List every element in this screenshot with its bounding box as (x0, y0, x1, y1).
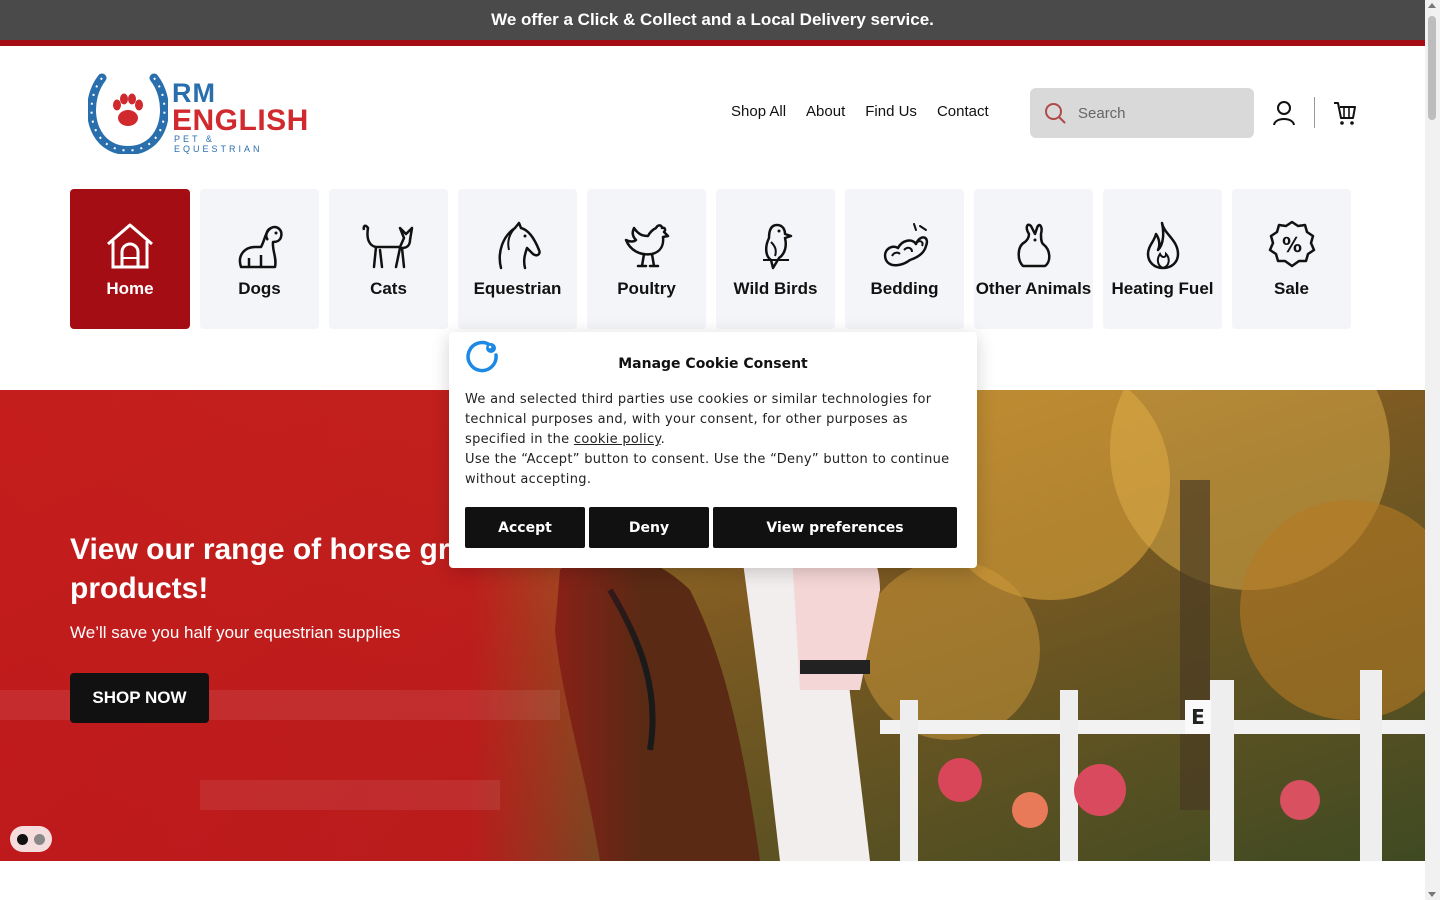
cookie-body-period: . (660, 432, 665, 447)
announcement-text: We offer a Click & Collect and a Local D… (491, 10, 934, 29)
user-icon[interactable] (1272, 100, 1296, 126)
category-home[interactable]: Home (70, 189, 190, 329)
page-scrollbar[interactable] (1425, 0, 1440, 900)
category-other-animals[interactable]: Other Animals (974, 189, 1093, 329)
category-bedding[interactable]: Bedding (845, 189, 964, 329)
cookie-body: We and selected third parties use cookie… (465, 390, 961, 490)
accept-button[interactable]: Accept (465, 507, 585, 548)
horse-icon (498, 221, 541, 269)
category-sale[interactable]: % Sale (1232, 189, 1351, 329)
search-input[interactable] (1076, 103, 1240, 123)
bedding-icon (883, 222, 928, 266)
category-label: Other Animals (975, 278, 1092, 298)
search-icon (1045, 103, 1066, 124)
category-label: Home (106, 278, 154, 298)
category-dogs[interactable]: Dogs (200, 189, 319, 329)
category-label: Cats (370, 278, 407, 298)
nav-about[interactable]: About (806, 103, 845, 120)
category-equestrian[interactable]: Equestrian (458, 189, 577, 329)
announcement-divider (0, 40, 1425, 46)
scrollbar-thumb[interactable] (1428, 16, 1436, 120)
shop-now-button[interactable]: SHOP NOW (70, 673, 209, 723)
category-wild-birds[interactable]: Wild Birds (716, 189, 835, 329)
category-label: Poultry (617, 278, 676, 298)
nav-shop-all[interactable]: Shop All (731, 103, 786, 120)
slider-pagination (10, 826, 52, 852)
cart-icon[interactable] (1333, 100, 1357, 126)
category-label: Sale (1274, 278, 1309, 298)
nav-contact[interactable]: Contact (937, 103, 989, 120)
site-logo[interactable]: RM ENGLISH PET & EQUESTRIAN (88, 72, 308, 154)
category-poultry[interactable]: Poultry (587, 189, 706, 329)
page: We offer a Click & Collect and a Local D… (0, 0, 1425, 900)
cookie-body-instructions: Use the “Accept” button to consent. Use … (465, 452, 950, 487)
sale-percent-icon: % (1268, 220, 1315, 267)
rooster-icon (624, 223, 669, 267)
category-heating-fuel[interactable]: Heating Fuel (1103, 189, 1222, 329)
category-nav: Home Dogs Cats Equestrian Poultry Wild B… (70, 189, 1351, 329)
cat-icon (362, 224, 413, 268)
category-label: Dogs (238, 278, 281, 298)
category-label: Bedding (870, 278, 939, 298)
svg-text:%: % (1281, 233, 1301, 257)
cookie-body-text: We and selected third parties use cookie… (465, 392, 932, 447)
category-cats[interactable]: Cats (329, 189, 448, 329)
rabbit-icon (1017, 222, 1050, 267)
logo-tagline: PET & EQUESTRIAN (174, 134, 263, 154)
house-icon (107, 223, 153, 268)
scroll-down-arrow-icon[interactable] (1428, 892, 1436, 897)
dog-icon (238, 225, 283, 268)
cookie-consent-dialog: Manage Cookie Consent We and selected th… (449, 332, 977, 568)
cookie-policy-link[interactable]: cookie policy (574, 432, 661, 447)
bird-icon (762, 223, 792, 269)
scroll-up-arrow-icon[interactable] (1428, 3, 1436, 8)
slide-dot-2[interactable] (34, 833, 45, 845)
main-nav: Shop All About Find Us Contact (731, 103, 989, 120)
slide-dot-1[interactable] (17, 833, 28, 845)
view-preferences-button[interactable]: View preferences (713, 507, 957, 548)
flame-icon (1146, 221, 1179, 269)
category-label: Equestrian (473, 278, 562, 298)
category-label: Heating Fuel (1111, 278, 1214, 298)
hero-subtitle: We’ll save you half your equestrian supp… (70, 623, 401, 642)
announcement-bar: We offer a Click & Collect and a Local D… (0, 0, 1425, 40)
horseshoe-paw-logo-icon (88, 73, 168, 154)
search-box[interactable] (1030, 88, 1254, 138)
cookie-title: Manage Cookie Consent (618, 356, 808, 372)
header-divider (1314, 97, 1315, 128)
nav-find-us[interactable]: Find Us (865, 103, 917, 120)
logo-text-english: ENGLISH (172, 104, 309, 137)
category-label: Wild Birds (733, 278, 818, 298)
deny-button[interactable]: Deny (589, 507, 709, 548)
